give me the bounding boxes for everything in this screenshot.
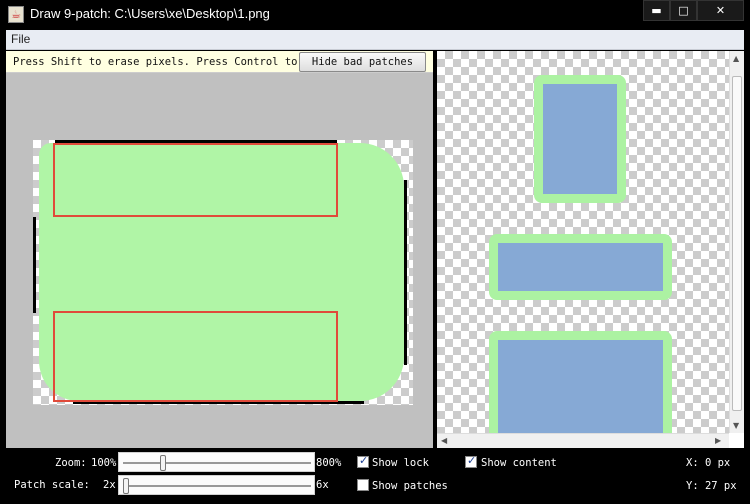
scroll-left-arrow-icon[interactable]: ◀	[441, 436, 447, 445]
vertical-scroll-thumb[interactable]	[732, 76, 742, 411]
patch-scale-slider-track	[123, 485, 311, 487]
hint-strip: Press Shift to erase pixels. Press Contr…	[6, 51, 433, 73]
preview-area	[437, 51, 729, 433]
minimize-button[interactable]: ▬	[643, 0, 670, 21]
menu-file[interactable]: File	[11, 32, 30, 46]
patch-scale-slider[interactable]	[118, 475, 315, 495]
control-bar: Zoom: 100% 800% Patch scale: 2x 6x Show …	[6, 450, 744, 498]
zoom-slider-thumb[interactable]	[159, 455, 166, 471]
bad-patch-bottom	[53, 311, 338, 402]
zoom-slider[interactable]	[118, 452, 315, 472]
bad-patch-top	[53, 143, 338, 217]
nine-patch-canvas[interactable]	[33, 140, 413, 405]
java-app-icon: ☕	[8, 6, 24, 23]
scroll-right-arrow-icon[interactable]: ▶	[715, 436, 721, 445]
window-title: Draw 9-patch: C:\Users\xe\Desktop\1.png	[30, 6, 270, 21]
x-coordinate-readout: X: 0 px	[686, 457, 731, 469]
show-content-checkbox[interactable]	[465, 454, 477, 468]
zoom-slider-track	[123, 462, 311, 464]
menu-bar: File	[6, 30, 744, 50]
editor-panel[interactable]: Press Shift to erase pixels. Press Contr…	[6, 51, 433, 448]
preview-horizontal-content	[498, 243, 663, 291]
zoom-label: Zoom:	[55, 457, 87, 469]
patch-scale-min-label: 2x	[103, 479, 116, 491]
preview-horizontal-scrollbar[interactable]: ◀ ▶	[437, 433, 729, 448]
patch-scale-slider-thumb[interactable]	[123, 478, 129, 494]
hide-bad-patches-button[interactable]: Hide bad patches	[299, 52, 426, 72]
maximize-button[interactable]: □	[670, 0, 697, 21]
show-patches-checkbox[interactable]	[357, 479, 369, 491]
preview-horizontal-stretch	[489, 234, 672, 300]
show-content-label[interactable]: Show content	[481, 457, 557, 469]
preview-panel: ▲ ▼ ◀ ▶	[437, 51, 744, 448]
preview-both-content	[498, 340, 663, 433]
close-button[interactable]: ✕	[697, 0, 744, 21]
patch-scale-max-label: 6x	[316, 479, 329, 491]
show-lock-checkbox[interactable]	[357, 454, 369, 468]
zoom-max-label: 800%	[316, 457, 342, 469]
preview-vertical-content	[543, 84, 617, 194]
preview-vertical-scrollbar[interactable]: ▲ ▼	[729, 51, 744, 433]
preview-both-stretch	[489, 331, 672, 433]
scroll-down-arrow-icon[interactable]: ▼	[733, 421, 739, 430]
hint-text: Press Shift to erase pixels. Press Contr…	[13, 56, 303, 68]
y-coordinate-readout: Y: 27 px	[686, 480, 737, 492]
patch-scale-label: Patch scale:	[14, 479, 90, 491]
zoom-min-label: 100%	[91, 457, 117, 469]
left-stretch-marker[interactable]	[33, 217, 36, 313]
preview-vertical-stretch	[534, 75, 626, 203]
scroll-up-arrow-icon[interactable]: ▲	[733, 54, 739, 63]
show-lock-label[interactable]: Show lock	[372, 457, 429, 469]
show-patches-label[interactable]: Show patches	[372, 480, 448, 492]
title-bar: ☕ Draw 9-patch: C:\Users\xe\Desktop\1.pn…	[0, 0, 750, 30]
right-content-marker[interactable]	[404, 180, 407, 365]
